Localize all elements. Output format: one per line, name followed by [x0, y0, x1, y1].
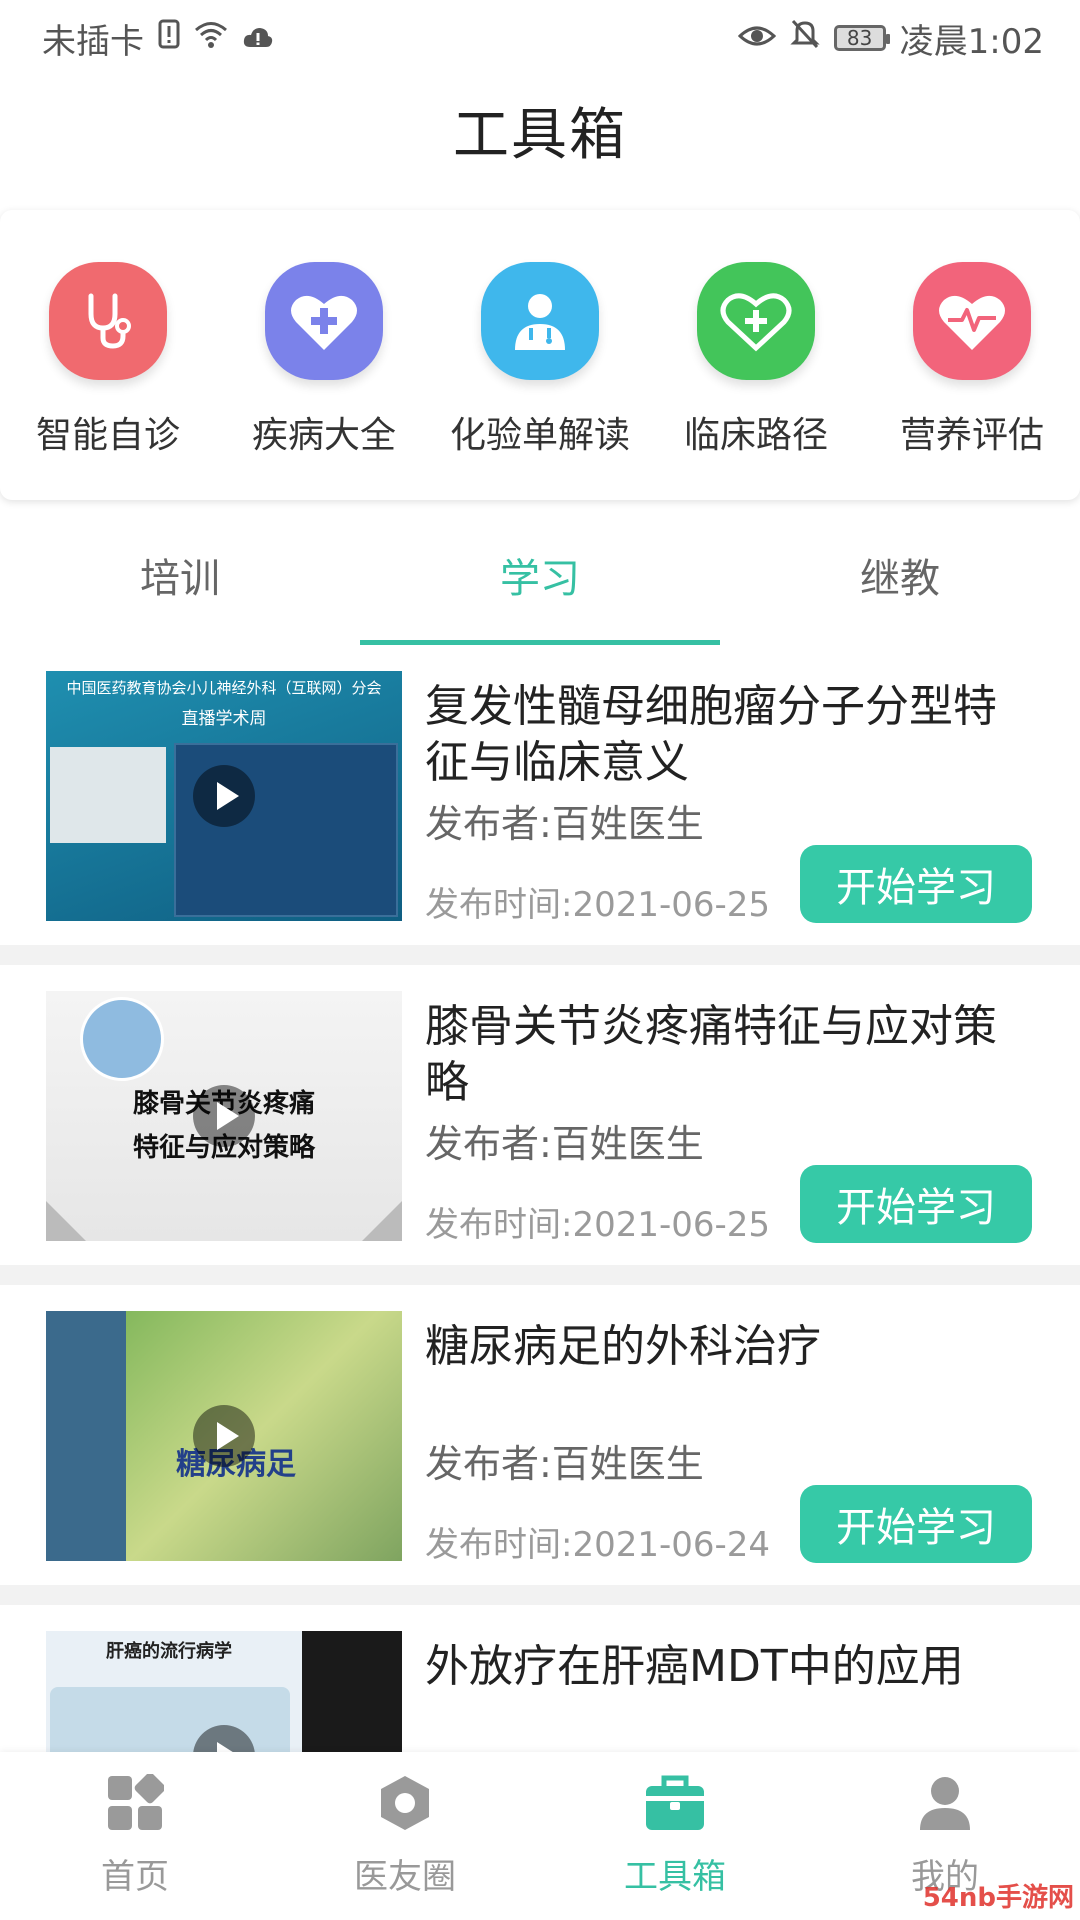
tool-label: 营养评估: [899, 415, 1044, 456]
thumbnail-caption: 直播学术周: [181, 709, 267, 729]
eye-icon: [737, 18, 776, 58]
carrier-text: 未插卡: [42, 21, 144, 62]
slide-corner-decoration: [362, 1201, 402, 1241]
bottom-navigation: 首页 医友圈 工具箱 我的: [0, 1752, 1080, 1920]
course-publish-time: 发布时间:2021-06-25: [425, 885, 771, 925]
slide-corner-decoration: [46, 1201, 86, 1241]
course-title: 外放疗在肝癌MDT中的应用: [425, 1641, 964, 1692]
toolbox-icon: [644, 1774, 706, 1841]
nav-label: 医友圈: [354, 1857, 456, 1897]
nav-toolbox[interactable]: 工具箱: [540, 1752, 810, 1920]
nav-home[interactable]: 首页: [0, 1752, 270, 1920]
content-tabs: 培训 学习 继教: [0, 505, 1080, 645]
tab-study[interactable]: 学习: [360, 505, 720, 645]
tool-label: 智能自诊: [35, 415, 180, 456]
person-icon: [916, 1774, 974, 1841]
nav-doctor-circle[interactable]: 医友圈: [270, 1752, 540, 1920]
cloud-alert-icon: [242, 18, 274, 58]
course-publisher: 发布者:百姓医生: [425, 802, 704, 846]
wifi-icon: [194, 18, 228, 58]
thumbnail-caption: 肝癌的流行病学: [106, 1641, 232, 1662]
nav-label: 首页: [101, 1857, 169, 1897]
nav-label: 工具箱: [624, 1857, 726, 1897]
tool-label: 临床路径: [683, 415, 828, 456]
hexagon-icon: [376, 1774, 434, 1841]
list-item[interactable]: 糖尿病足 糖尿病足的外科治疗 发布者:百姓医生 发布时间:2021-06-24 …: [0, 1285, 1080, 1605]
video-thumbnail[interactable]: 中国医药教育协会小儿神经外科（互联网）分会 直播学术周: [46, 671, 402, 921]
course-title: 复发性髓母细胞瘤分子分型特征与临床意义: [425, 681, 997, 788]
course-publish-time: 发布时间:2021-06-24: [425, 1525, 771, 1565]
course-publisher: 发布者:百姓医生: [425, 1442, 704, 1486]
heart-plus-icon: [697, 262, 815, 380]
play-icon: [193, 1085, 255, 1147]
speaker-video: [46, 1311, 126, 1561]
play-icon: [193, 1405, 255, 1467]
play-icon: [193, 765, 255, 827]
tab-training[interactable]: 培训: [0, 505, 360, 645]
course-publisher: 发布者:百姓医生: [425, 1122, 704, 1166]
status-bar: 未插卡 83 凌晨1:02: [0, 0, 1080, 76]
page-title: 工具箱: [453, 103, 627, 168]
tool-smart-diagnosis[interactable]: 智能自诊: [8, 262, 208, 458]
tool-nutrition-assessment[interactable]: 营养评估: [872, 262, 1072, 458]
sim-alert-icon: [158, 18, 180, 58]
course-title: 糖尿病足的外科治疗: [425, 1321, 821, 1372]
tools-panel: 智能自诊 疾病大全 化验单解读 临床路径 营养评估: [0, 210, 1080, 500]
start-learning-button[interactable]: 开始学习: [800, 845, 1032, 923]
tool-disease-encyclopedia[interactable]: 疾病大全: [224, 262, 424, 458]
list-item[interactable]: 膝骨关节炎疼痛 特征与应对策略 膝骨关节炎疼痛特征与应对策略 发布者:百姓医生 …: [0, 965, 1080, 1285]
battery-indicator: 83: [833, 25, 890, 51]
start-learning-button[interactable]: 开始学习: [800, 1165, 1032, 1243]
list-item[interactable]: 中国医药教育协会小儿神经外科（互联网）分会 直播学术周 复发性髓母细胞瘤分子分型…: [0, 645, 1080, 965]
watermark-logo: 54nb手游网: [922, 1883, 1074, 1913]
video-thumbnail[interactable]: 膝骨关节炎疼痛 特征与应对策略: [46, 991, 402, 1241]
bell-off-icon: [790, 18, 820, 59]
course-publish-time: 发布时间:2021-06-25: [425, 1205, 771, 1245]
tab-continuing-education[interactable]: 继教: [720, 505, 1080, 645]
start-learning-button[interactable]: 开始学习: [800, 1485, 1032, 1563]
tool-label: 疾病大全: [251, 415, 396, 456]
heart-pulse-icon: [913, 262, 1031, 380]
doctor-icon: [481, 262, 599, 380]
tool-label: 化验单解读: [449, 415, 630, 456]
home-grid-icon: [106, 1772, 166, 1841]
course-list: 中国医药教育协会小儿神经外科（互联网）分会 直播学术周 复发性髓母细胞瘤分子分型…: [0, 645, 1080, 1905]
video-thumbnail[interactable]: 糖尿病足: [46, 1311, 402, 1561]
heart-plus-icon: [265, 262, 383, 380]
course-title: 膝骨关节炎疼痛特征与应对策略: [425, 1001, 997, 1108]
tool-lab-report[interactable]: 化验单解读: [440, 262, 640, 458]
speaker-video: [50, 747, 166, 843]
clock-text: 凌晨1:02: [899, 21, 1044, 62]
thumbnail-caption: 中国医药教育协会小儿神经外科（互联网）分会: [66, 679, 382, 697]
stethoscope-icon: [49, 262, 167, 380]
tool-clinical-pathway[interactable]: 临床路径: [656, 262, 856, 458]
hospital-building-image: [80, 997, 164, 1081]
